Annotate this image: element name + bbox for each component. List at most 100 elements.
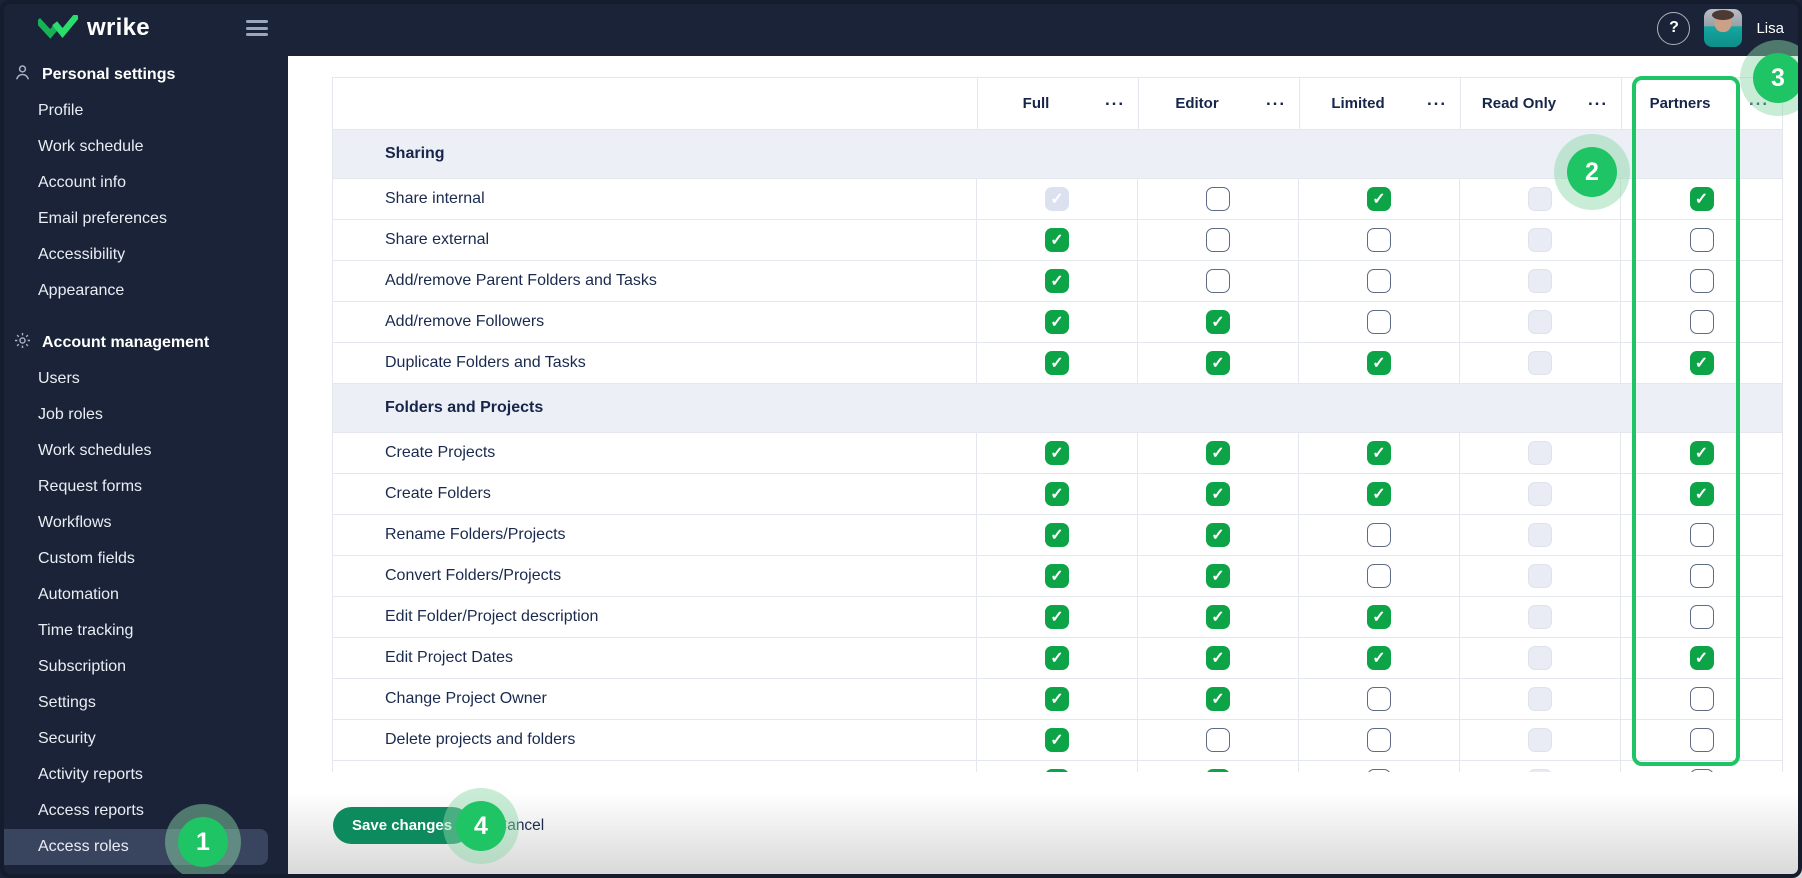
checkbox-editor-checked[interactable] [1206,687,1230,711]
walkthrough-badge-2[interactable]: 2 [1567,147,1617,197]
column-menu-ellipsis-icon[interactable]: ··· [1427,95,1447,112]
checkbox-limited-checked[interactable] [1367,482,1391,506]
checkbox-partners-checked[interactable] [1689,646,1714,670]
checkbox-editor-checked[interactable] [1206,523,1230,547]
checkbox-editor-checked[interactable] [1206,564,1230,588]
table-cell-limited [1299,720,1460,760]
checkbox-limited-unchecked[interactable] [1367,310,1391,334]
avatar[interactable] [1704,9,1743,47]
checkbox-partners-unchecked[interactable] [1689,310,1714,334]
sidebar-item-subscription[interactable]: Subscription [0,649,288,685]
checkbox-partners-checked[interactable] [1689,187,1714,211]
checkbox-partners-checked[interactable] [1689,482,1714,506]
checkbox-limited-checked[interactable] [1367,351,1391,375]
checkbox-limited-unchecked[interactable] [1367,728,1391,752]
sidebar-item-workflows[interactable]: Workflows [0,505,288,541]
checkbox-partners-unchecked[interactable] [1689,687,1714,711]
checkbox-editor-checked[interactable] [1206,482,1230,506]
save-changes-button[interactable]: Save changes [333,807,472,844]
walkthrough-badge-3[interactable]: 3 [1753,53,1802,103]
sidebar-item-work-schedules[interactable]: Work schedules [0,433,288,469]
checkbox-partners-unchecked[interactable] [1689,564,1714,588]
checkbox-limited-checked[interactable] [1367,646,1391,670]
checkbox-editor-checked[interactable] [1206,441,1230,465]
checkbox-editor-checked[interactable] [1206,605,1230,629]
sidebar-item-security[interactable]: Security [0,721,288,757]
column-menu-ellipsis-icon[interactable]: ··· [1266,95,1286,112]
column-menu-ellipsis-icon[interactable]: ··· [1588,95,1608,112]
walkthrough-badge-4[interactable]: 4 [456,801,506,851]
checkbox-limited-unchecked[interactable] [1367,769,1391,772]
sidebar-item-work-schedule[interactable]: Work schedule [0,129,288,165]
checkbox-limited-unchecked[interactable] [1367,523,1391,547]
checkbox-limited-unchecked[interactable] [1367,228,1391,252]
table-cell-limited [1299,343,1460,383]
checkbox-editor-unchecked[interactable] [1206,269,1230,293]
checkbox-editor-checked[interactable] [1206,646,1230,670]
checkbox-full-checked[interactable] [1045,351,1069,375]
checkbox-partners-unchecked[interactable] [1689,523,1714,547]
hamburger-menu-icon[interactable] [245,20,268,36]
checkbox-full-checked[interactable] [1045,269,1069,293]
checkbox-limited-checked[interactable] [1367,441,1391,465]
sidebar-item-custom-fields[interactable]: Custom fields [0,541,288,577]
sidebar-item-activity-reports[interactable]: Activity reports [0,757,288,793]
checkbox-limited-checked[interactable] [1367,187,1391,211]
column-menu-ellipsis-icon[interactable]: ··· [1105,95,1125,112]
checkbox-full-checked[interactable] [1045,564,1069,588]
sidebar-item-email-preferences[interactable]: Email preferences [0,201,288,237]
checkbox-full-checked[interactable] [1045,523,1069,547]
checkbox-partners-unchecked[interactable] [1689,228,1714,252]
sidebar-item-appearance[interactable]: Appearance [0,273,288,309]
table-section-header-folders-and-projects: Folders and Projects [333,384,1782,433]
table-cell-editor [1138,515,1299,555]
checkbox-full-checked[interactable] [1045,646,1069,670]
checkbox-editor-unchecked[interactable] [1206,228,1230,252]
checkbox-full-checked[interactable] [1045,441,1069,465]
checkbox-partners-unchecked[interactable] [1689,769,1714,772]
checkbox-editor-unchecked[interactable] [1206,728,1230,752]
checkbox-partners-unchecked[interactable] [1689,728,1714,752]
checkbox-partners-unchecked[interactable] [1689,269,1714,293]
checkbox-editor-checked[interactable] [1206,310,1230,334]
walkthrough-badge-1[interactable]: 1 [178,817,228,867]
wrike-logo[interactable]: wrike [38,14,150,42]
sidebar-item-account-info[interactable]: Account info [0,165,288,201]
checkbox-full-checked[interactable] [1045,482,1069,506]
sidebar-item-profile[interactable]: Profile [0,93,288,129]
sidebar-item-settings[interactable]: Settings [0,685,288,721]
checkbox-full-checked[interactable] [1045,605,1069,629]
sidebar-item-access-roles[interactable]: Access roles [0,829,268,865]
checkbox-partners-checked[interactable] [1689,351,1714,375]
checkbox-full-checked[interactable] [1045,769,1069,772]
checkbox-limited-checked[interactable] [1367,605,1391,629]
sidebar-item-automation[interactable]: Automation [0,577,288,613]
checkbox-editor-checked[interactable] [1206,351,1230,375]
checkbox-editor-checked[interactable] [1206,769,1230,772]
checkbox-editor-unchecked[interactable] [1206,187,1230,211]
checkbox-limited-unchecked[interactable] [1367,269,1391,293]
help-icon[interactable]: ? [1657,11,1691,45]
checkbox-limited-unchecked[interactable] [1367,687,1391,711]
sidebar-section-account-management[interactable]: Account management [0,325,288,361]
checkbox-full-checked[interactable] [1045,228,1069,252]
sidebar-item-request-forms[interactable]: Request forms [0,469,288,505]
table-cell-partners [1621,474,1782,514]
sidebar-item-time-tracking[interactable]: Time tracking [0,613,288,649]
checkbox-partners-unchecked[interactable] [1689,605,1714,629]
checkbox-read-only-disabled [1528,482,1552,506]
sidebar-item-user-types[interactable]: User types [0,865,288,878]
checkbox-partners-checked[interactable] [1689,441,1714,465]
sidebar-item-access-reports[interactable]: Access reports [0,793,288,829]
table-row: Duplicate Folders and Tasks [333,343,1782,384]
checkbox-full-checked[interactable] [1045,310,1069,334]
table-row: Edit Folder/Project description [333,597,1782,638]
table-cell-full [977,343,1138,383]
sidebar-section-personal-settings[interactable]: Personal settings [0,57,288,93]
checkbox-full-checked[interactable] [1045,687,1069,711]
sidebar-item-users[interactable]: Users [0,361,288,397]
checkbox-full-checked[interactable] [1045,728,1069,752]
sidebar-item-accessibility[interactable]: Accessibility [0,237,288,273]
checkbox-limited-unchecked[interactable] [1367,564,1391,588]
sidebar-item-job-roles[interactable]: Job roles [0,397,288,433]
